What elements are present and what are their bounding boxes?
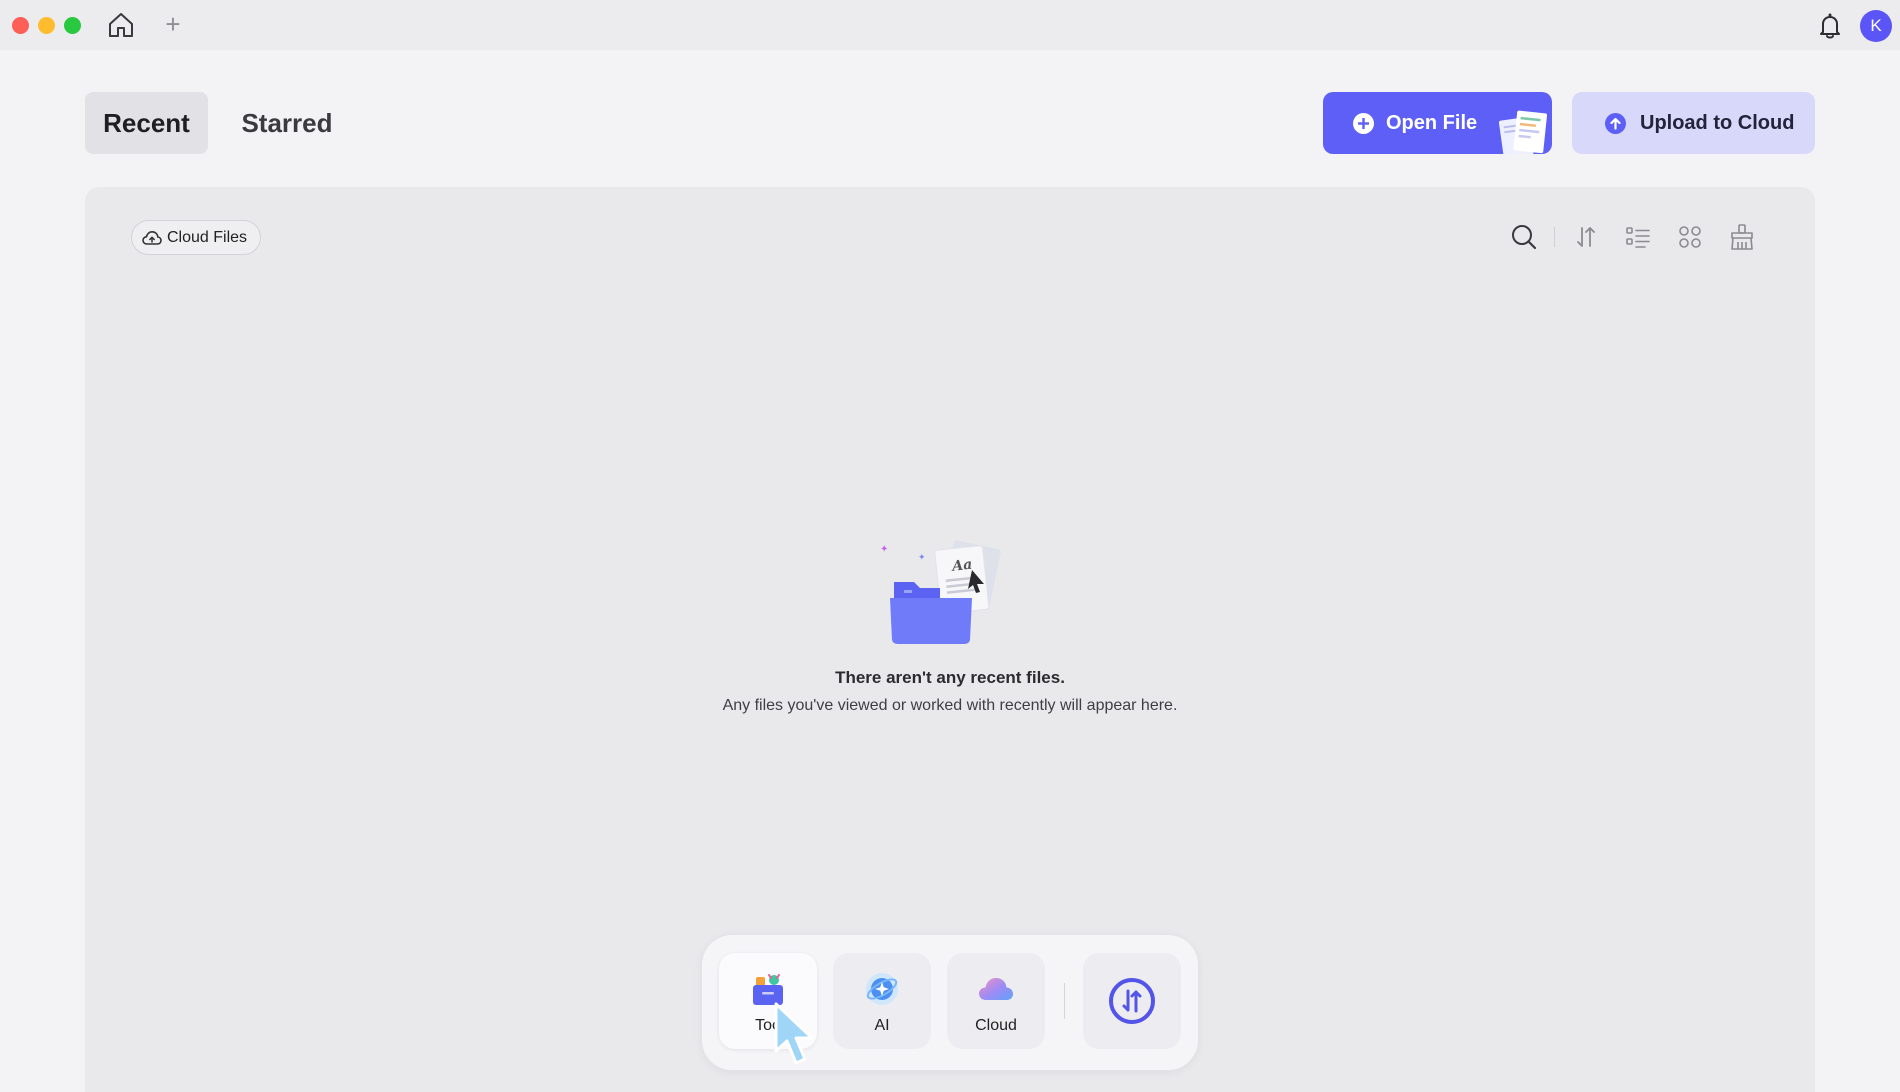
app-window: + K Recent Starred Open File Upload to C… <box>0 0 1900 1092</box>
cloud-files-button[interactable]: Cloud Files <box>131 220 262 255</box>
plus-circle-icon <box>1353 113 1374 134</box>
toolbar-divider <box>1554 227 1555 247</box>
ai-icon <box>866 973 898 1005</box>
title-bar: + K <box>0 0 1900 50</box>
cloud-icon <box>979 978 1013 1000</box>
dock-divider <box>1064 983 1065 1019</box>
avatar[interactable]: K <box>1860 10 1892 42</box>
list-view-icon[interactable] <box>1623 222 1653 252</box>
search-icon[interactable] <box>1509 222 1539 252</box>
documents-illustration-icon <box>1498 110 1548 154</box>
new-tab-icon[interactable]: + <box>162 11 184 37</box>
clear-icon[interactable] <box>1727 222 1757 252</box>
home-icon[interactable] <box>106 11 136 39</box>
tab-recent[interactable]: Recent <box>85 92 208 154</box>
convert-icon <box>1109 978 1155 1024</box>
upload-arrow-icon <box>1605 113 1626 134</box>
minimize-window-button[interactable] <box>38 17 55 34</box>
empty-folder-illustration-icon: ✦ ✦ Aa <box>880 540 1001 644</box>
svg-text:✦: ✦ <box>918 553 926 563</box>
open-file-button[interactable]: Open File <box>1323 92 1552 154</box>
cloud-outline-icon <box>142 230 162 245</box>
tab-starred[interactable]: Starred <box>226 92 348 154</box>
grid-view-icon[interactable] <box>1675 222 1705 252</box>
empty-state-title: There aren't any recent files. <box>835 668 1065 687</box>
dock-item-ai[interactable]: AI <box>833 953 931 1049</box>
dock-item-convert[interactable] <box>1083 953 1181 1049</box>
sort-icon[interactable] <box>1571 222 1601 252</box>
mouse-cursor-icon <box>774 1002 814 1065</box>
upload-to-cloud-label: Upload to Cloud <box>1640 112 1795 134</box>
zoom-window-button[interactable] <box>64 17 81 34</box>
svg-text:✦: ✦ <box>880 544 888 555</box>
upload-to-cloud-button[interactable]: Upload to Cloud <box>1572 92 1815 154</box>
dock-item-cloud-label: Cloud <box>975 1017 1017 1034</box>
dock-item-cloud[interactable]: Cloud <box>947 953 1045 1049</box>
bell-icon[interactable] <box>1815 11 1845 41</box>
close-window-button[interactable] <box>12 17 29 34</box>
cloud-files-label: Cloud Files <box>167 228 248 246</box>
empty-state-subtitle: Any files you've viewed or worked with r… <box>722 697 1178 714</box>
dock-item-ai-label: AI <box>874 1017 890 1034</box>
open-file-label: Open File <box>1386 112 1478 134</box>
svg-text:Aa: Aa <box>950 557 973 575</box>
